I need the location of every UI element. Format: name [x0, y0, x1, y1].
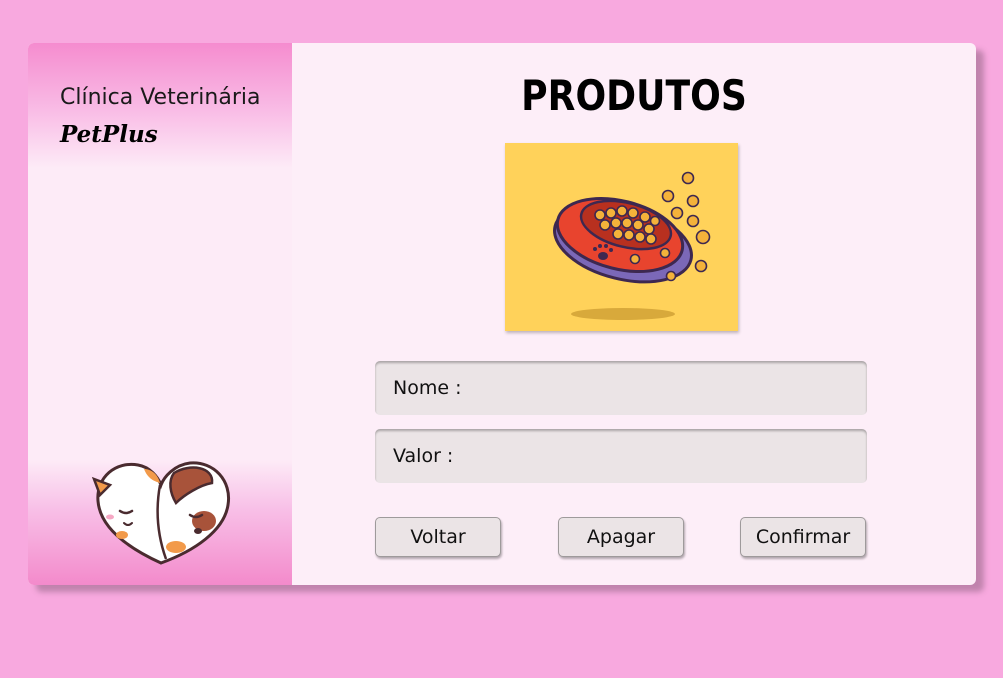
nome-field[interactable]: Nome :	[375, 361, 867, 415]
brand-name: PetPlus	[60, 121, 158, 148]
sidebar: Clínica Veterinária PetPlus	[28, 43, 292, 585]
page-title: PRODUTOS	[521, 71, 747, 120]
voltar-button[interactable]: Voltar	[375, 517, 501, 557]
main-window: Clínica Veterinária PetPlus PRODUTOS Nom…	[28, 43, 976, 585]
apagar-button[interactable]: Apagar	[558, 517, 684, 557]
valor-field[interactable]: Valor :	[375, 429, 867, 483]
valor-input[interactable]	[461, 444, 867, 468]
cat-dog-heart-icon	[91, 461, 231, 565]
nome-input[interactable]	[469, 376, 867, 400]
clinic-name: Clínica Veterinária	[60, 85, 261, 110]
confirmar-button[interactable]: Confirmar	[740, 517, 866, 557]
valor-label: Valor :	[393, 445, 454, 467]
pet-food-bowl-icon	[505, 143, 738, 331]
nome-label: Nome :	[393, 377, 462, 399]
